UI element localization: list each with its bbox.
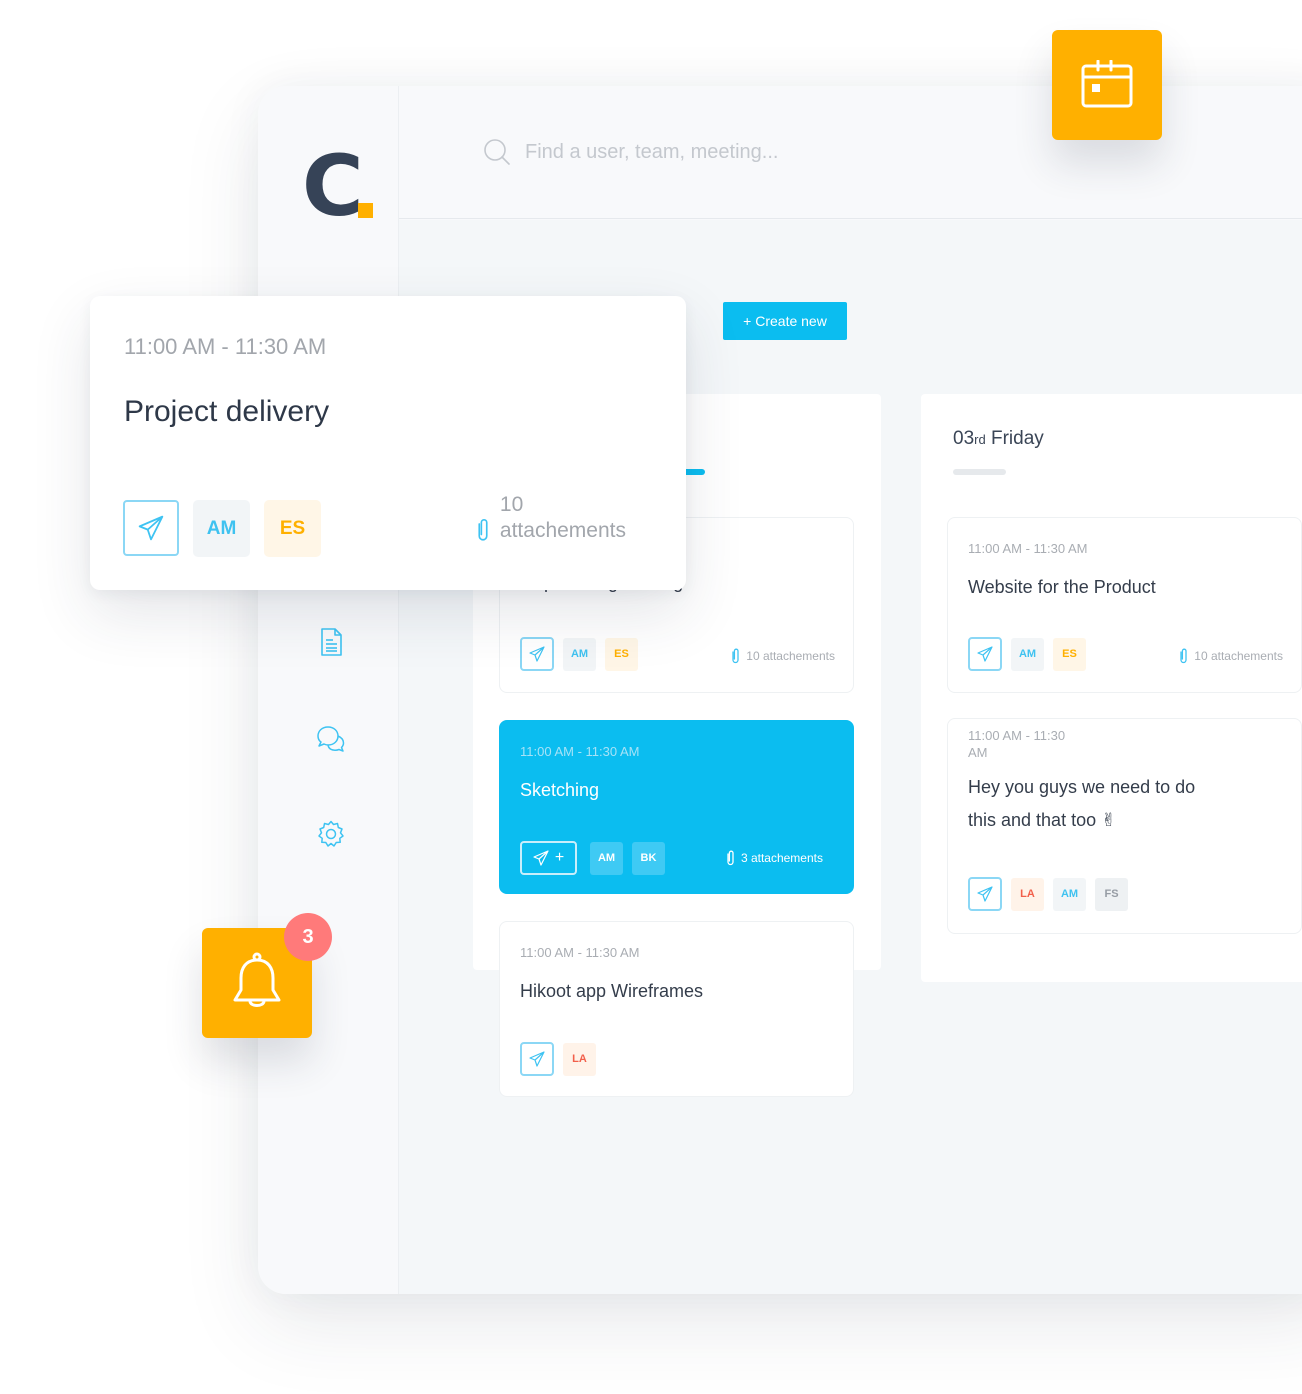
paper-plane-icon (977, 646, 993, 662)
attachments-label: 3 attachements (740, 851, 823, 865)
sidebar-item-messages[interactable] (316, 724, 346, 754)
attachments-label: 10 attachements (1194, 649, 1283, 663)
task-time: 11:00 AM - 11:30 AM (968, 541, 1088, 556)
event-time: 11:00 AM - 11:30 AM (124, 334, 327, 359)
app-window: C Find a user, team, meeting... + Create… (258, 86, 1302, 1294)
paperclip-icon (478, 519, 488, 541)
task-title: Hikoot app Wireframes (520, 981, 704, 1001)
gear-icon (318, 820, 344, 847)
task-footer: AM ES (968, 637, 1086, 671)
paper-plane-icon (977, 886, 993, 902)
topbar (399, 86, 1302, 219)
event-title: Project delivery (124, 395, 330, 428)
avatar[interactable]: LA (563, 1042, 596, 1076)
search-icon (484, 139, 510, 165)
attachments[interactable]: 3 attachements (726, 850, 823, 866)
task-time: 11:00 AM - 11:30 AM (520, 945, 640, 960)
avatar[interactable]: ES (264, 500, 321, 557)
avatar[interactable]: AM (193, 500, 250, 557)
avatar[interactable]: AM (563, 637, 596, 671)
task-footer: + AM BK (520, 841, 665, 875)
send-button[interactable] (968, 877, 1002, 911)
send-button[interactable] (123, 500, 179, 556)
bell-icon (233, 952, 281, 1007)
create-new-button[interactable]: + Create new (723, 302, 847, 340)
logo-letter: C (302, 137, 364, 235)
attachments-text: 10 attachements (500, 492, 626, 544)
paper-plane-icon (529, 646, 545, 662)
sidebar: C (258, 86, 399, 1294)
avatar[interactable]: FS (1095, 877, 1128, 911)
task-title: Sketching (520, 780, 600, 800)
task-card[interactable]: 11:00 AM - 11:30 AM Hikoot app Wireframe… (499, 921, 854, 1097)
chat-icon (317, 726, 345, 752)
task-card[interactable]: 11:00 AM - 11:30 AM Hey you guys we need… (947, 718, 1302, 934)
task-footer: LA (520, 1042, 596, 1076)
task-title: Hey you guys we need to do this and that… (968, 777, 1196, 830)
day-number: 03 (953, 428, 975, 449)
sidebar-item-settings[interactable] (316, 819, 346, 849)
paperclip-icon (732, 648, 739, 664)
day-heading: 03rd Friday (953, 428, 1044, 450)
attachments-label: attachements (499, 519, 626, 542)
day-suffix: rd (974, 432, 986, 447)
task-time: 11:00 AM - 11:30 AM (968, 728, 1066, 760)
task-footer: AM ES (520, 637, 638, 671)
search-input[interactable] (525, 140, 945, 164)
day-name: Friday (990, 428, 1044, 449)
logo-dot (358, 203, 373, 218)
avatar[interactable]: AM (1053, 877, 1086, 911)
task-card[interactable]: 11:00 AM - 11:30 AM Website for the Prod… (947, 517, 1302, 693)
attachments-count: 10 (499, 493, 524, 516)
event-footer: AM ES (123, 500, 321, 557)
task-title: Website for the Product (968, 577, 1156, 597)
attachments[interactable]: 10 attachements (476, 492, 626, 544)
send-button[interactable] (968, 637, 1002, 671)
paper-plane-icon (138, 515, 164, 541)
send-add-button[interactable]: + (520, 841, 577, 875)
day-column: 03rd Friday 11:00 AM - 11:30 AM Website … (921, 394, 1302, 982)
document-icon (321, 628, 342, 656)
search-bar[interactable] (483, 138, 945, 166)
sidebar-item-documents[interactable] (316, 627, 346, 657)
notification-count-badge: 3 (284, 913, 332, 961)
send-button[interactable] (520, 637, 554, 671)
task-time: 11:00 AM - 11:30 AM (520, 744, 640, 759)
calendar-button[interactable] (1052, 30, 1162, 140)
avatar[interactable]: AM (1011, 637, 1044, 671)
avatar[interactable]: AM (590, 841, 623, 875)
task-footer: LA AM FS (968, 877, 1128, 911)
day-underline (953, 469, 1006, 475)
avatar[interactable]: LA (1011, 877, 1044, 911)
paper-plane-icon (533, 850, 549, 866)
task-card-active[interactable]: 11:00 AM - 11:30 AM Sketching + AM BK 3 … (499, 720, 854, 894)
avatar[interactable]: ES (1053, 637, 1086, 671)
plus-icon: + (554, 849, 565, 866)
paper-plane-icon (529, 1051, 545, 1067)
event-detail-card[interactable]: 11:00 AM - 11:30 AM Project delivery AM … (90, 296, 686, 590)
calendar-icon (1081, 60, 1133, 108)
attachments[interactable]: 10 attachements (1179, 648, 1283, 664)
attachments-label: 10 attachements (746, 649, 835, 663)
avatar[interactable]: ES (605, 637, 638, 671)
send-button[interactable] (520, 1042, 554, 1076)
paperclip-icon (1180, 648, 1187, 664)
avatar[interactable]: BK (632, 841, 665, 875)
attachments[interactable]: 10 attachements (731, 648, 835, 664)
paperclip-icon (727, 850, 734, 866)
